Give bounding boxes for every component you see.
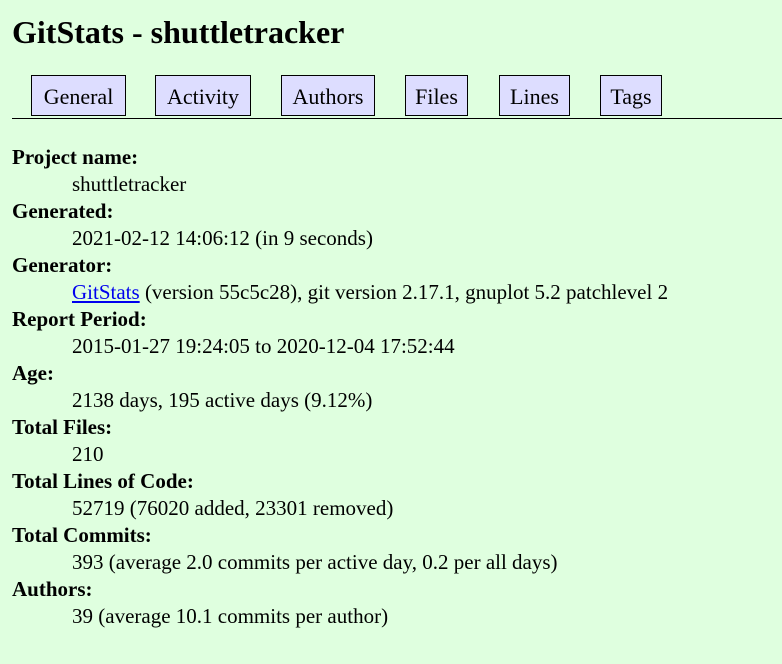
project-name-label: Project name: [12,145,139,169]
nav-tags[interactable]: Tags [600,75,662,116]
authors-value: 39 (average 10.1 commits per author) [72,604,389,628]
nav-activity[interactable]: Activity [155,75,251,116]
total-files-label: Total Files: [12,415,113,439]
nav-bar: General Activity Authors Files Lines Tag… [12,75,782,119]
nav-general[interactable]: General [31,75,126,116]
generator-value: GitStats (version 55c5c28), git version … [72,279,782,306]
report-period-value: 2015-01-27 19:24:05 to 2020-12-04 17:52:… [72,334,455,358]
total-commits-label: Total Commits: [12,523,152,547]
generator-label: Generator: [12,253,113,277]
nav-authors[interactable]: Authors [281,75,375,116]
nav-lines[interactable]: Lines [499,75,570,116]
authors-label: Authors: [12,577,93,601]
total-lines-value: 52719 (76020 added, 23301 removed) [72,496,394,520]
project-name-value: shuttletracker [72,172,187,196]
generated-value: 2021-02-12 14:06:12 (in 9 seconds) [72,226,373,250]
total-files-value: 210 [72,442,104,466]
total-lines-label: Total Lines of Code: [12,469,194,493]
total-commits-value: 393 (average 2.0 commits per active day,… [72,550,558,574]
report-period-label: Report Period: [12,307,147,331]
age-value: 2138 days, 195 active days (9.12%) [72,388,373,412]
page-title: GitStats - shuttletracker [12,14,345,50]
generator-version-text: (version 55c5c28), git version 2.17.1, g… [139,280,669,304]
generated-label: Generated: [12,199,114,223]
age-label: Age: [12,361,54,385]
nav-files[interactable]: Files [405,75,468,116]
gitstats-link[interactable]: GitStats [72,280,140,304]
general-details: Project name: shuttletracker Generated: … [12,144,782,630]
